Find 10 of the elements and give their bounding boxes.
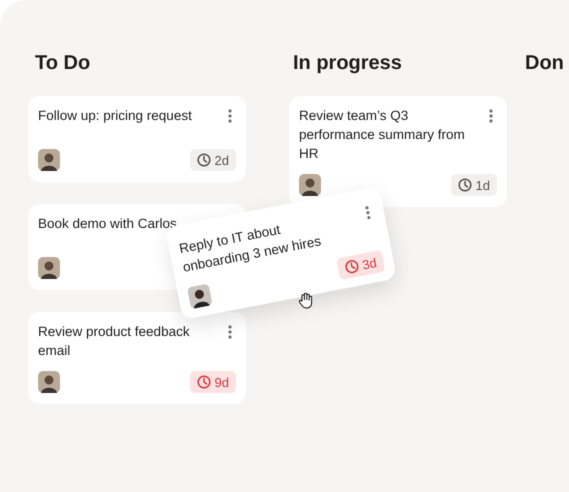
column-title: To Do <box>35 51 90 76</box>
due-badge: 3d <box>336 250 386 280</box>
task-title: Follow up: pricing request <box>38 107 192 125</box>
due-badge: 2d <box>190 149 236 171</box>
task-title: Review team’s Q3 performance summary from HR <box>299 107 466 163</box>
due-badge: 9d <box>190 371 236 393</box>
column-title: Don <box>525 51 564 76</box>
column-title: In progress <box>293 51 402 76</box>
due-badge: 1d <box>450 174 497 196</box>
task-title: Review product feedback email <box>38 323 191 360</box>
